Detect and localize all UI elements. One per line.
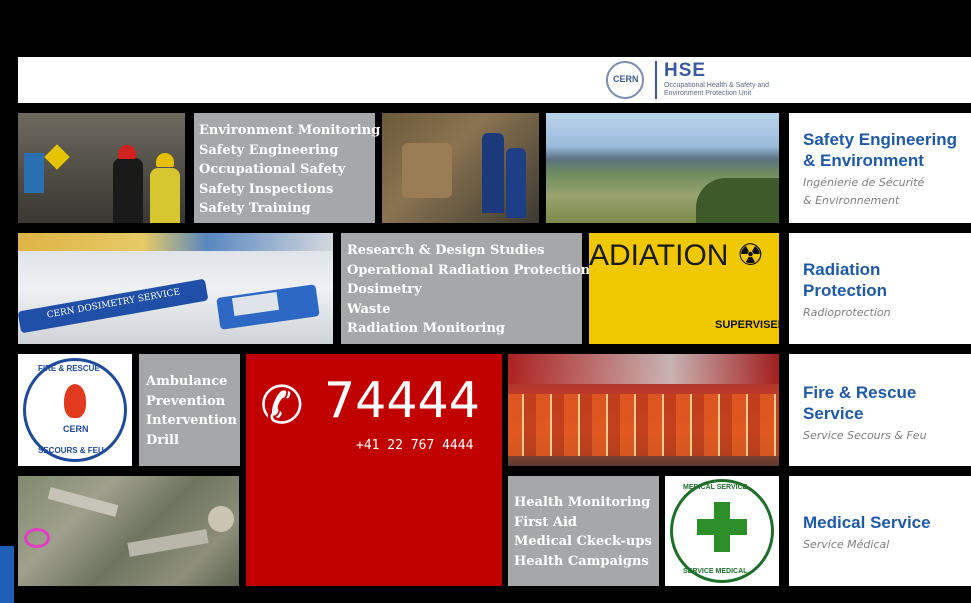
section-subtitle: Service Secours & Feu [803,429,927,442]
section-title: Service [803,404,864,423]
radiation-trefoil-icon: ☢ [737,239,764,272]
list-item: Health Campaigns [514,553,649,569]
section-title: Fire & Rescue [803,383,917,402]
environment-services-tile: Environment Monitoring Safety Engineerin… [194,113,381,223]
list-item: Prevention [146,393,226,409]
section-medical-service[interactable]: Medical Service Service Médical [789,476,971,586]
list-item: Environment Monitoring [199,123,381,138]
radiation-services-tile: Research & Design Studies Operational Ra… [341,233,591,344]
workers-photo [18,113,185,223]
list-item: Research & Design Studies [347,243,545,258]
landscape-photo [546,113,779,223]
fire-rescue-logo: FIRE & RESCUE CERN SECOURS & FEU [18,354,132,466]
list-item: Occupational Safety [199,162,346,177]
list-item: Safety Inspections [199,181,334,197]
site-map-photo [18,476,239,586]
dosimeter-photo: CERN DOSIMETRY SERVICE [18,233,333,344]
health-services-tile: Health Monitoring First Aid Medical Ckec… [508,476,659,586]
list-item: Ambulance [146,374,228,389]
header-banner [18,57,971,103]
list-item: Medical Ckeck-ups [514,534,652,549]
list-item: First Aid [514,514,577,530]
list-item: Operational Radiation Protection [347,262,591,278]
list-item: Waste [347,301,391,317]
section-title: Safety Engineering [803,130,957,149]
lab-workers-photo [382,113,539,223]
radiation-sign-photo: ADIATION ☢ SUPERVISED [589,233,779,344]
emergency-number: 74444 [324,372,480,429]
hse-subtitle: Occupational Health & Safety and Environ… [664,82,770,97]
section-title: Medical Service [803,513,931,532]
list-item: Safety Engineering [199,142,339,158]
firefighters-photo [508,354,779,466]
hse-title: HSE [664,60,707,81]
list-item: Dosimetry [347,282,422,297]
cern-logo-icon: CERN [606,61,644,99]
section-title: & Environment [803,151,924,170]
section-radiation-protection[interactable]: Radiation Protection Radioprotection [789,233,971,344]
section-title: Protection [803,281,888,300]
list-item: Intervention [146,413,237,428]
list-item: Health Monitoring [514,495,651,510]
emergency-full-number: +41 22 767 4444 [356,438,474,453]
logo-divider [655,61,657,99]
list-item: Drill [146,432,179,448]
medical-service-logo: MEDICAL SERVICE SERVICE MEDICAL [665,476,779,586]
phone-icon: ✆ [260,377,304,435]
list-item: Radiation Monitoring [347,321,506,336]
section-fire-rescue[interactable]: Fire & Rescue Service Service Secours & … [789,354,971,466]
section-safety-engineering[interactable]: Safety Engineering & Environment Ingénie… [789,113,971,223]
section-subtitle: Ingénierie de Sécurité & Environnement [803,176,925,207]
fire-services-tile: Ambulance Prevention Intervention Drill [139,354,240,466]
section-subtitle: Radioprotection [803,306,891,319]
emergency-tile[interactable]: ✆ 74444 +41 22 767 4444 [246,354,502,586]
section-title: Radiation [803,260,881,279]
location-marker-icon [24,528,50,548]
slide-edge-bar [0,546,14,603]
list-item: Safety Training [199,201,311,216]
section-subtitle: Service Médical [803,538,890,551]
flame-icon [64,384,86,418]
